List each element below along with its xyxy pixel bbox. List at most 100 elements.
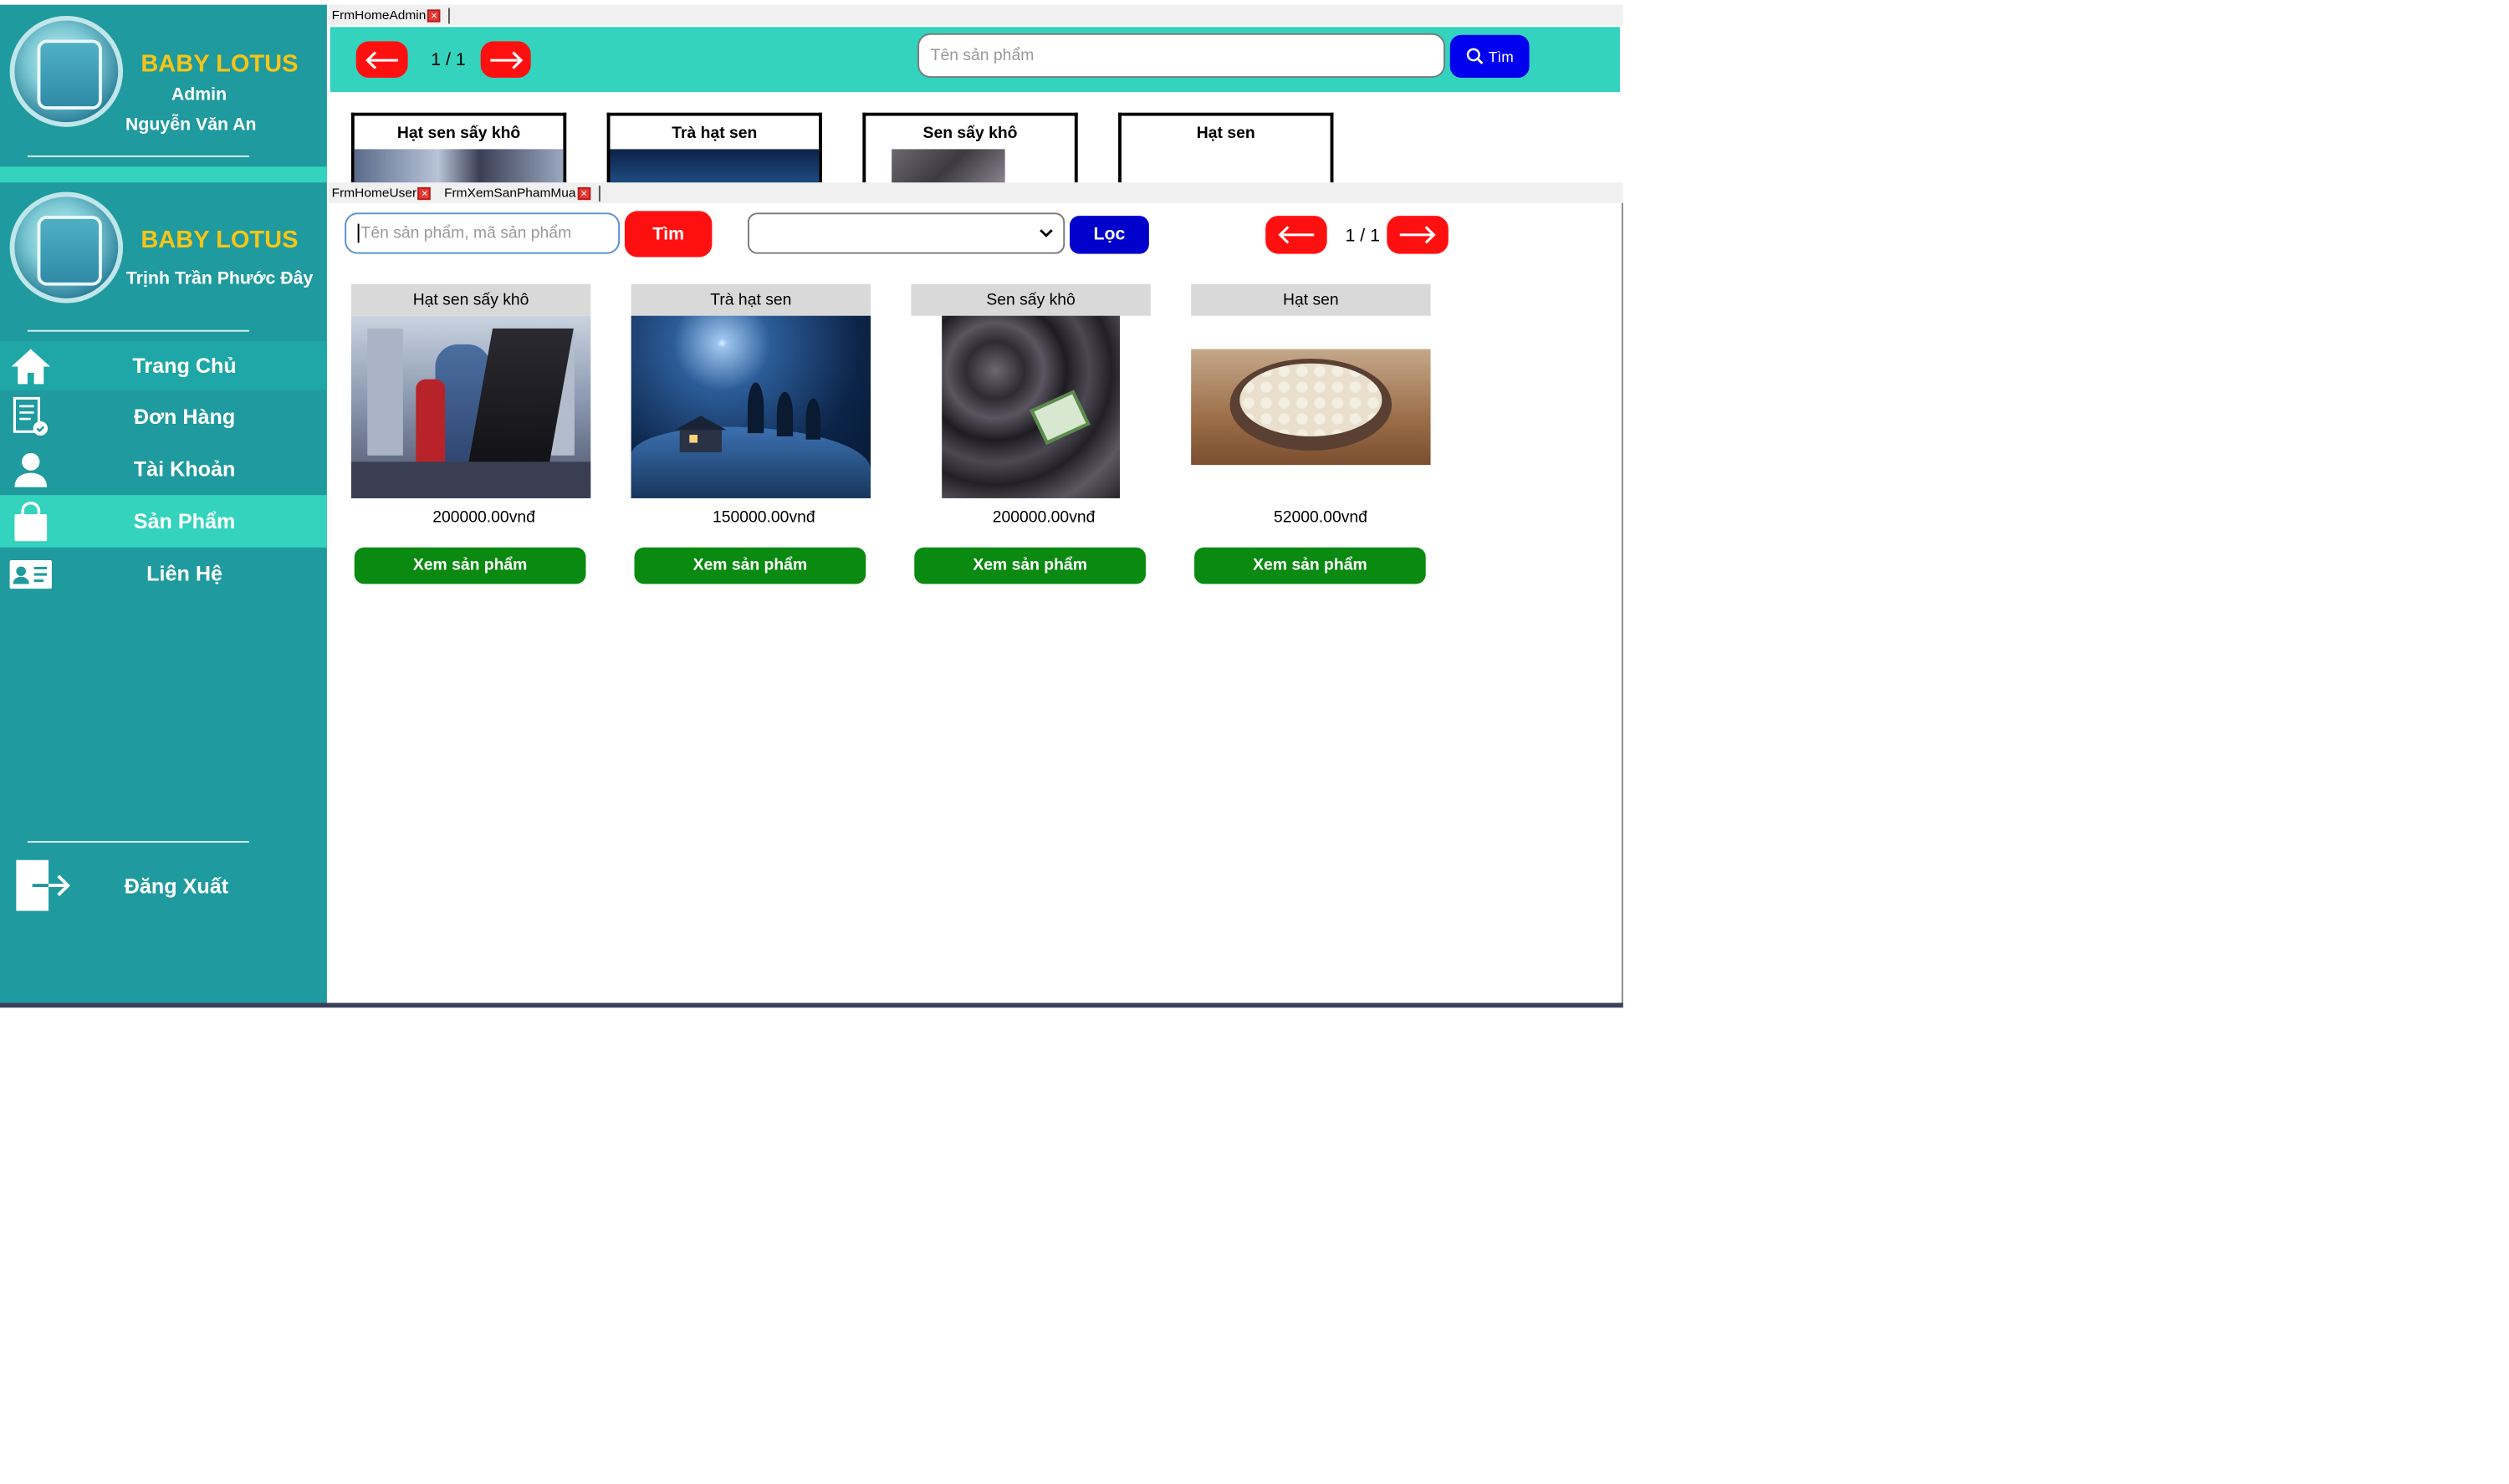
- nav-item-label: Liên Hệ: [146, 561, 223, 586]
- product-price: 200000.00vnđ: [992, 509, 1096, 528]
- view-product-button[interactable]: Xem sản phẩm: [1194, 547, 1426, 584]
- admin-tabbar: FrmHomeAdmin ×: [328, 4, 1623, 26]
- user-logo: [9, 191, 124, 303]
- nav-item-san-pham[interactable]: Sản Phẩm: [0, 495, 327, 548]
- product-card: Hạt sen 52000.00vnđ Xem sản phẩm: [1191, 283, 1431, 589]
- arrow-right-icon: [1399, 226, 1436, 244]
- product-name: Trà hạt sen: [631, 283, 871, 316]
- user-search-button[interactable]: Tìm: [624, 211, 713, 258]
- logout-button[interactable]: Đăng Xuất: [0, 857, 327, 914]
- admin-product-card[interactable]: Hạt sen sấy khô: [350, 112, 567, 186]
- nav-item-tai-khoan[interactable]: Tài Khoản: [0, 443, 327, 496]
- order-list-icon: [7, 395, 55, 437]
- filter-button[interactable]: Lọc: [1070, 216, 1149, 254]
- admin-product-card[interactable]: Sen sấy khô: [862, 112, 1078, 186]
- admin-search-button[interactable]: Tìm: [1449, 34, 1530, 79]
- tab-divider: [598, 185, 600, 201]
- user-prev-page-button[interactable]: [1265, 216, 1327, 254]
- product-name: Hạt sen sấy khô: [350, 283, 591, 316]
- product-price: 150000.00vnđ: [712, 509, 815, 528]
- view-product-button-label: Xem sản phẩm: [412, 557, 528, 575]
- arrow-left-icon: [365, 50, 399, 69]
- admin-nav-strip: [0, 166, 327, 183]
- user-search-placeholder: Tên sản phẩm, mã sản phẩm: [360, 224, 572, 242]
- user-nav: Trang Chủ Đơn Hàng Tài Khoản Sản Phẩm Li…: [0, 341, 327, 599]
- admin-search-button-label: Tìm: [1488, 48, 1514, 64]
- user-search-input[interactable]: Tên sản phẩm, mã sản phẩm: [345, 212, 621, 254]
- product-image-night-house: [631, 315, 871, 498]
- admin-role: Admin: [171, 85, 227, 105]
- text-cursor: [357, 223, 360, 243]
- tab-label: FrmHomeAdmin: [331, 8, 427, 23]
- admin-product-name: Trà hạt sen: [672, 125, 758, 143]
- category-filter-select[interactable]: [747, 212, 1065, 254]
- search-icon: [1466, 48, 1484, 64]
- product-name: Sen sấy khô: [911, 283, 1151, 316]
- view-product-button[interactable]: Xem sản phẩm: [914, 547, 1146, 584]
- nav-item-label: Đơn Hàng: [133, 404, 236, 429]
- user-brand: BABY LOTUS: [141, 227, 299, 254]
- admin-product-name: Hạt sen: [1196, 125, 1255, 143]
- user-search-button-label: Tìm: [652, 224, 685, 244]
- tab-divider: [448, 7, 451, 23]
- view-product-button-label: Xem sản phẩm: [973, 557, 1087, 575]
- close-icon[interactable]: ×: [427, 8, 441, 22]
- tab-frmxemsanphammua[interactable]: FrmXemSanPhamMua ×: [441, 186, 594, 200]
- tab-label: FrmXemSanPhamMua: [444, 186, 576, 201]
- product-image-fantasy-knights: [350, 315, 591, 498]
- shopping-bag-icon: [7, 501, 55, 542]
- admin-prev-page-button[interactable]: [355, 41, 408, 79]
- user-tabbar: FrmHomeUser × FrmXemSanPhamMua ×: [328, 182, 1623, 203]
- contact-card-icon: [7, 558, 55, 589]
- user-name: Trịnh Trần Phước Đây: [125, 269, 314, 289]
- admin-product-card[interactable]: Trà hạt sen: [606, 112, 822, 186]
- user-next-page-button[interactable]: [1387, 216, 1449, 254]
- nav-item-lien-he[interactable]: Liên Hệ: [0, 548, 327, 600]
- home-icon: [7, 347, 55, 385]
- product-card: Trà hạt sen 150000.00vnđ Xem sản phẩm: [631, 283, 871, 589]
- nav-item-label: Sản Phẩm: [133, 509, 236, 533]
- product-card: Sen sấy khô 200000.00vnđ Xem sản phẩm: [911, 283, 1151, 589]
- product-card: Hạt sen sấy khô 200000.00vnđ Xem sản phẩ…: [350, 283, 591, 589]
- view-product-button-label: Xem sản phẩm: [1253, 557, 1367, 575]
- filter-button-label: Lọc: [1093, 225, 1126, 245]
- admin-user-name: Nguyễn Văn An: [125, 115, 257, 135]
- nav-item-label: Trang Chủ: [132, 354, 237, 378]
- admin-search-input[interactable]: Tên sản phẩm: [917, 33, 1445, 79]
- admin-product-name: Hạt sen sấy khô: [396, 125, 521, 143]
- logout-label: Đăng Xuất: [124, 873, 229, 898]
- admin-separator: [27, 156, 249, 157]
- admin-product-card[interactable]: Hạt sen: [1118, 112, 1334, 183]
- user-separator: [27, 329, 249, 332]
- user-icon: [7, 450, 55, 488]
- close-icon[interactable]: ×: [418, 186, 432, 200]
- tab-label: FrmHomeUser: [331, 186, 417, 201]
- nav-item-label: Tài Khoản: [133, 456, 236, 482]
- admin-next-page-button[interactable]: [480, 41, 531, 79]
- chevron-down-icon: [1040, 229, 1053, 237]
- view-product-button[interactable]: Xem sản phẩm: [634, 547, 866, 584]
- admin-page-indicator: 1 / 1: [431, 50, 466, 70]
- view-product-button-label: Xem sản phẩm: [692, 557, 808, 575]
- product-price: 52000.00vnđ: [1273, 509, 1367, 528]
- admin-logo: [9, 15, 124, 127]
- close-icon[interactable]: ×: [577, 186, 590, 200]
- nav-item-trang-chu[interactable]: Trang Chủ: [0, 341, 327, 390]
- product-name: Hạt sen: [1191, 283, 1431, 316]
- admin-search-placeholder: Tên sản phẩm: [930, 46, 1035, 64]
- admin-brand: BABY LOTUS: [141, 50, 299, 79]
- admin-product-image: [892, 149, 1005, 186]
- logout-separator: [27, 840, 249, 843]
- arrow-left-icon: [1278, 226, 1315, 244]
- tab-frmhomeadmin[interactable]: FrmHomeAdmin ×: [329, 8, 444, 23]
- admin-product-image: [610, 149, 820, 186]
- nav-item-don-hang[interactable]: Đơn Hàng: [0, 390, 327, 443]
- product-image-dried-lotus-bag: [942, 315, 1121, 498]
- tab-frmhomeuser[interactable]: FrmHomeUser ×: [329, 186, 435, 200]
- user-page-indicator: 1 / 1: [1345, 227, 1380, 247]
- view-product-button[interactable]: Xem sản phẩm: [354, 547, 586, 584]
- window-bottom-border: [0, 1002, 1623, 1008]
- arrow-right-icon: [489, 50, 523, 69]
- product-price: 200000.00vnđ: [432, 509, 535, 528]
- admin-product-image: [354, 149, 564, 186]
